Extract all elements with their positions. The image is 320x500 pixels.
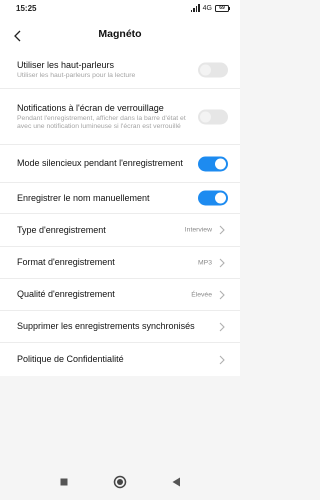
chevron-right-icon	[219, 322, 225, 331]
back-nav-button[interactable]	[168, 474, 184, 490]
app-bar: Magnéto	[0, 20, 240, 52]
setting-value: MP3	[198, 259, 212, 266]
setting-title: Utiliser les haut-parleurs	[17, 60, 115, 70]
setting-recording-format[interactable]: Format d'enregistrement MP3	[0, 247, 240, 279]
recents-button[interactable]	[56, 474, 72, 490]
chevron-right-icon	[219, 225, 225, 235]
triangle-back-icon	[172, 477, 180, 487]
system-nav-bar	[0, 464, 240, 500]
page-title: Magnéto	[98, 28, 142, 40]
setting-title: Supprimer les enregistrements synchronis…	[17, 321, 195, 331]
silent-mode-toggle[interactable]	[198, 156, 228, 171]
home-button[interactable]	[112, 474, 128, 490]
square-icon	[60, 478, 68, 486]
setting-value: Interview	[184, 226, 212, 234]
network-type: 4G	[202, 4, 212, 12]
setting-title: Enregistrer le nom manuellement	[17, 192, 150, 203]
setting-manual-name[interactable]: Enregistrer le nom manuellement	[0, 183, 240, 214]
speakers-toggle[interactable]	[198, 62, 228, 78]
setting-value: Élevée	[191, 291, 212, 298]
setting-title: Qualité d'enregistrement	[17, 289, 115, 299]
status-icons: 4G 69	[190, 4, 230, 12]
battery-icon: 69	[215, 4, 230, 12]
lockscreen-notifications-toggle[interactable]	[198, 109, 228, 124]
chevron-right-icon	[219, 258, 225, 267]
setting-title: Politique de Confidentialité	[17, 354, 124, 364]
setting-title: Mode silencieux pendant l'enregistrement	[17, 158, 183, 168]
chevron-right-icon	[219, 290, 225, 299]
chevron-right-icon	[219, 355, 225, 364]
setting-silent-mode[interactable]: Mode silencieux pendant l'enregistrement	[0, 145, 240, 183]
setting-title: Format d'enregistrement	[17, 257, 115, 267]
setting-recording-quality[interactable]: Qualité d'enregistrement Élevée	[0, 279, 240, 311]
setting-privacy-policy[interactable]: Politique de Confidentialité	[0, 343, 240, 376]
manual-name-toggle[interactable]	[198, 190, 228, 206]
status-bar: 15:25 4G 69	[0, 0, 240, 20]
circle-home-icon	[113, 475, 127, 489]
setting-lockscreen-notifications[interactable]: Notifications à l'écran de verrouillage …	[0, 89, 240, 145]
battery-level: 69	[215, 4, 229, 12]
setting-recording-type[interactable]: Type d'enregistrement Interview	[0, 214, 240, 247]
signal-icon	[190, 4, 200, 12]
setting-speakers[interactable]: Utiliser les haut-parleurs Utiliser les …	[0, 52, 240, 89]
setting-title: Notifications à l'écran de verrouillage	[17, 102, 164, 113]
setting-title: Type d'enregistrement	[17, 224, 106, 235]
status-time: 15:25	[16, 4, 37, 13]
settings-list: Utiliser les haut-parleurs Utiliser les …	[0, 52, 240, 376]
setting-subtitle: Pendant l'enregistrement, afficher dans …	[17, 114, 186, 130]
setting-subtitle: Utiliser les haut-parleurs pour la lectu…	[17, 72, 136, 79]
setting-delete-synced[interactable]: Supprimer les enregistrements synchronis…	[0, 311, 240, 343]
